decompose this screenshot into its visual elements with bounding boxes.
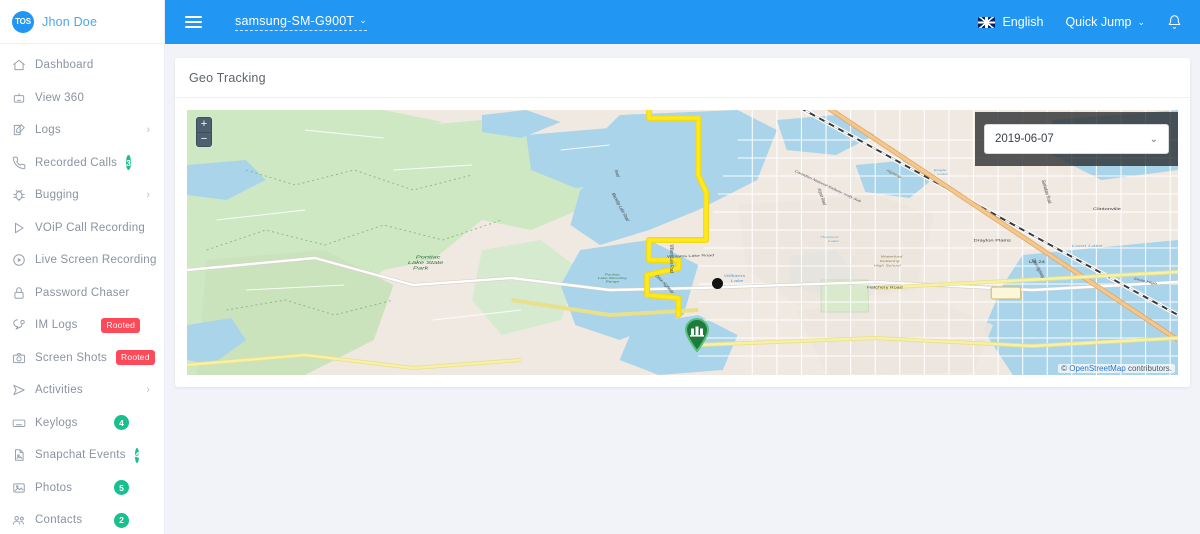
play-triangle-icon [11, 220, 26, 235]
chevron-down-icon: ⌄ [1137, 16, 1145, 27]
quick-jump-label: Quick Jump [1065, 15, 1132, 29]
sidebar-item-recorded-calls[interactable]: Recorded Calls 3 [0, 147, 164, 180]
sidebar-item-dashboard[interactable]: Dashboard [0, 49, 164, 82]
file-image-icon [11, 448, 26, 463]
phone-icon [11, 155, 26, 170]
sidebar-item-password-chaser[interactable]: Password Chaser [0, 277, 164, 310]
date-select[interactable]: 2019-06-07 ⌄ [984, 124, 1169, 154]
robot-icon [11, 90, 26, 105]
sidebar-profile[interactable]: TOS Jhon Doe [0, 0, 164, 44]
sidebar-item-snapchat-events[interactable]: Snapchat Events 4 [0, 439, 164, 472]
chevron-right-icon: › [146, 383, 150, 396]
app-root: TOS Jhon Doe Dashboard View 360 Logs › Recor… [0, 0, 1200, 534]
openstreetmap-link[interactable]: OpenStreetMap [1069, 364, 1125, 373]
sidebar-item-photos[interactable]: Photos 5 [0, 472, 164, 505]
top-bar: samsung-SM-G900T ⌄ English Quick Jump ⌄ [165, 0, 1200, 44]
zoom-in-button[interactable]: + [197, 118, 211, 132]
send-icon [11, 383, 26, 398]
quick-jump-menu[interactable]: Quick Jump ⌄ [1065, 15, 1145, 29]
language-label: English [1002, 15, 1044, 29]
zoom-out-button[interactable]: − [197, 132, 211, 146]
language-selector[interactable]: English [978, 15, 1043, 29]
topbar-right: English Quick Jump ⌄ [978, 14, 1182, 30]
sidebar-item-label: Snapchat Events [35, 449, 126, 462]
sidebar-item-label: Activities [35, 384, 83, 397]
avatar: TOS [12, 10, 34, 33]
sidebar-item-label: View 360 [35, 91, 85, 104]
home-icon [11, 58, 26, 73]
play-circle-icon [11, 253, 26, 268]
geo-tracking-card: Geo Tracking Pontiac Lake State Park Pon… [175, 58, 1190, 387]
date-value: 2019-06-07 [995, 133, 1054, 145]
chevron-right-icon: › [146, 188, 150, 201]
sidebar-item-label: Bugging [35, 189, 79, 202]
badge-count: 4 [114, 415, 129, 431]
badge-rooted: Rooted [101, 317, 140, 333]
lock-icon [11, 285, 26, 300]
sidebar-item-activities[interactable]: Activities › [0, 374, 164, 407]
sidebar-item-label: Password Chaser [35, 286, 130, 299]
profile-name: Jhon Doe [42, 14, 98, 29]
badge-count: 5 [114, 480, 129, 496]
chevron-down-icon: ⌄ [359, 15, 367, 25]
badge-rooted: Rooted [116, 350, 155, 366]
sidebar-item-logs[interactable]: Logs › [0, 114, 164, 147]
contacts-icon [11, 513, 26, 528]
sidebar-item-im-logs[interactable]: IM Logs Rooted [0, 309, 164, 342]
badge-count: 4 [134, 447, 140, 463]
card-body: Pontiac Lake State Park Pontiac Lake Shootin… [175, 98, 1190, 387]
sidebar-item-label: Screen Shots [35, 351, 108, 364]
chevron-right-icon: › [146, 123, 150, 136]
badge-count: 3 [126, 155, 131, 171]
badge-count: 2 [114, 512, 129, 528]
sidebar-item-view-360[interactable]: View 360 [0, 82, 164, 115]
sidebar-item-bugging[interactable]: Bugging › [0, 179, 164, 212]
page-content: Geo Tracking Pontiac Lake State Park Pon… [165, 44, 1200, 534]
keyboard-icon [11, 415, 26, 430]
sidebar-item-voip-call-recording[interactable]: VOiP Call Recording [0, 212, 164, 245]
chat-icon [11, 318, 26, 333]
date-filter-panel: 2019-06-07 ⌄ [975, 112, 1178, 166]
sidebar-item-label: Recorded Calls [35, 156, 118, 169]
chevron-down-icon: ⌄ [1149, 133, 1158, 145]
device-selector[interactable]: samsung-SM-G900T ⌄ [235, 14, 367, 31]
sidebar-item-label: Dashboard [35, 59, 94, 72]
sidebar-item-label: VOiP Call Recording [35, 221, 146, 234]
sidebar-item-label: Live Screen Recording [35, 254, 157, 267]
camera-icon [11, 350, 26, 365]
factory-pin-icon[interactable] [684, 318, 710, 357]
hamburger-icon[interactable] [185, 15, 202, 29]
card-header: Geo Tracking [175, 58, 1190, 98]
edit-note-icon [11, 123, 26, 138]
sidebar-item-screen-shots[interactable]: Screen Shots Rooted [0, 342, 164, 375]
uk-flag-icon [978, 16, 996, 28]
current-location-dot[interactable] [712, 278, 723, 289]
main-area: samsung-SM-G900T ⌄ English Quick Jump ⌄ [165, 0, 1200, 534]
map-attribution: © OpenStreetMap contributors. [1058, 364, 1175, 373]
sidebar-item-label: Keylogs [35, 416, 78, 429]
device-name: samsung-SM-G900T [235, 13, 355, 28]
bell-icon[interactable] [1167, 14, 1182, 30]
page-title: Geo Tracking [189, 70, 266, 85]
sidebar-item-label: Contacts [35, 514, 83, 527]
sidebar-item-label: IM Logs [35, 319, 78, 332]
sidebar-item-contacts[interactable]: Contacts 2 [0, 504, 164, 534]
sidebar-item-label: Photos [35, 481, 73, 494]
sidebar: TOS Jhon Doe Dashboard View 360 Logs › Recor… [0, 0, 165, 534]
map-zoom-controls[interactable]: + − [196, 117, 212, 147]
photo-icon [11, 480, 26, 495]
sidebar-item-live-screen-recording[interactable]: Live Screen Recording [0, 244, 164, 277]
bug-icon [11, 188, 26, 203]
attribution-suffix: contributors. [1125, 364, 1172, 373]
sidebar-item-label: Logs [35, 124, 61, 137]
sidebar-item-keylogs[interactable]: Keylogs 4 [0, 407, 164, 440]
sidebar-nav: Dashboard View 360 Logs › Recorded Calls 3 Bug… [0, 44, 164, 534]
map-canvas[interactable]: Pontiac Lake State Park Pontiac Lake Shootin… [187, 110, 1178, 375]
